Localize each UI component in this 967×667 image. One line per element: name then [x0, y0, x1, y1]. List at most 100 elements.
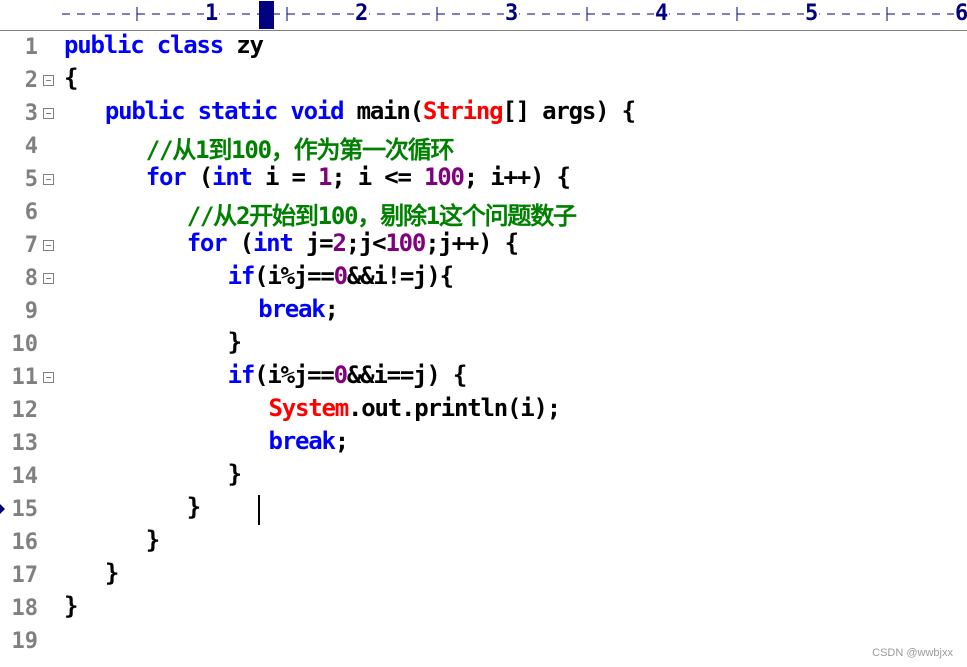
code-token: [] args) {: [502, 97, 636, 125]
code-token: }: [227, 328, 242, 356]
fold-toggle-icon[interactable]: [43, 174, 54, 185]
number-token: 100: [385, 229, 426, 257]
code-editor-area[interactable]: public class zy{public static void main(…: [64, 31, 967, 667]
code-line[interactable]: }: [145, 526, 160, 559]
ruler-number: 4: [654, 1, 670, 27]
line-number: 15: [11, 497, 39, 522]
code-token: &&i!=j){: [346, 262, 454, 290]
number-token: 2: [332, 229, 346, 257]
code-line[interactable]: for (int i = 1; i <= 100; i++) {: [145, 163, 571, 196]
code-token: }: [64, 592, 78, 620]
current-line-marker-icon: [0, 504, 5, 514]
keyword-token: for: [186, 229, 228, 257]
ruler-gutter-spacer: [0, 0, 62, 30]
line-number: 6: [24, 200, 38, 225]
code-token: .out.println(i);: [348, 394, 561, 422]
keyword-token: int: [252, 229, 294, 257]
line-number: 8: [24, 266, 38, 291]
code-line[interactable]: {: [64, 64, 78, 97]
line-number: 7: [24, 233, 38, 258]
keyword-token: if: [227, 361, 256, 389]
code-token: ; i <=: [331, 163, 425, 191]
keyword-token: break: [268, 427, 336, 455]
column-ruler: 1 2 3 4 5 6: [0, 0, 967, 31]
code-token: i =: [251, 163, 319, 191]
fold-toggle-icon[interactable]: [43, 372, 54, 383]
code-token: j=: [292, 229, 334, 257]
number-token: 0: [333, 262, 348, 290]
line-number: 14: [11, 464, 39, 489]
code-token: }: [186, 493, 201, 521]
code-token: {: [64, 64, 78, 92]
keyword-token: for: [145, 163, 187, 191]
code-line[interactable]: if(i%j==0&&i!=j){: [227, 262, 454, 295]
code-line[interactable]: if(i%j==0&&i==j) {: [227, 361, 468, 394]
comment-token: //从1到100，作为第一次循环: [145, 136, 455, 164]
code-line[interactable]: break;: [258, 295, 339, 328]
fold-toggle-icon[interactable]: [43, 75, 54, 86]
code-line[interactable]: }: [104, 559, 119, 592]
line-number: 9: [24, 299, 38, 324]
code-token: ;: [324, 295, 339, 323]
line-number: 17: [11, 563, 39, 588]
code-token: (i%j==: [254, 262, 335, 290]
line-number: 4: [24, 134, 38, 159]
code-token: ; i++) {: [463, 163, 571, 191]
fold-toggle-icon[interactable]: [43, 108, 54, 119]
number-token: 1: [318, 163, 332, 191]
keyword-token: if: [227, 262, 256, 290]
line-number: 16: [11, 530, 39, 555]
code-token: ;j<: [345, 229, 387, 257]
line-number: 13: [11, 431, 39, 456]
fold-toggle-icon[interactable]: [43, 273, 54, 284]
code-line[interactable]: System.out.println(i);: [268, 394, 562, 427]
line-number: 11: [11, 365, 39, 390]
number-token: 0: [333, 361, 348, 389]
code-token: &&i==j) {: [346, 361, 467, 389]
code-token: zy: [223, 31, 264, 59]
code-line[interactable]: }: [227, 328, 242, 361]
code-line[interactable]: public class zy: [64, 31, 264, 64]
ruler-number: 5: [804, 1, 820, 27]
line-number: 12: [11, 398, 39, 423]
code-line[interactable]: }: [186, 493, 201, 526]
code-token: (i%j==: [254, 361, 335, 389]
code-line[interactable]: //从1到100，作为第一次循环: [145, 130, 455, 164]
ruler-number: 3: [504, 1, 520, 27]
code-token: }: [104, 559, 119, 587]
code-token: ;j++) {: [425, 229, 519, 257]
code-token: (: [226, 229, 254, 257]
line-number-gutter: 1 2 3 4 5 6 7 8 9 10 11 12 13 14 15 16 17 18 19: [0, 31, 62, 667]
watermark: CSDN @wwbjxx: [872, 647, 953, 659]
class-token: String: [422, 97, 504, 125]
ruler-caret-column-marker: [259, 1, 274, 29]
code-line[interactable]: public static void main(String[] args) {: [105, 97, 636, 130]
code-token: main(: [343, 97, 424, 125]
text-cursor: [258, 495, 260, 525]
code-line[interactable]: }: [227, 460, 242, 493]
code-token: ;: [334, 427, 349, 455]
fold-toggle-icon[interactable]: [43, 240, 54, 251]
code-token: }: [227, 460, 242, 488]
ruler-track: 1 2 3 4 5 6: [62, 0, 967, 30]
code-line[interactable]: }: [64, 592, 78, 625]
keyword-token: int: [212, 163, 253, 191]
line-number: 2: [24, 68, 38, 93]
line-number: 5: [24, 167, 38, 192]
line-number: 3: [24, 101, 38, 126]
code-line[interactable]: for (int j=2;j<100;j++) {: [186, 229, 519, 262]
class-token: System: [268, 394, 350, 422]
code-line[interactable]: //从2开始到100，剔除1这个问题数子: [186, 196, 577, 230]
line-number: 1: [24, 35, 38, 60]
ruler-number: 6: [954, 1, 967, 27]
number-token: 100: [424, 163, 465, 191]
code-line[interactable]: break;: [268, 427, 350, 460]
line-number: 18: [11, 596, 39, 621]
ruler-number: 1: [204, 1, 220, 27]
code-token: }: [145, 526, 160, 554]
ruler-number: 2: [354, 1, 370, 27]
comment-token: //从2开始到100，剔除1这个问题数子: [186, 202, 577, 230]
line-number: 10: [11, 332, 39, 357]
keyword-token: public class: [64, 31, 224, 59]
keyword-token: break: [258, 295, 325, 323]
